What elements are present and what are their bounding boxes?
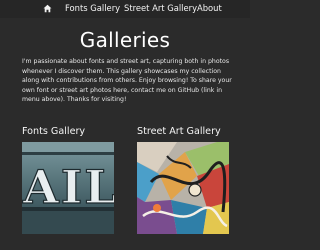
- nav-fonts-gallery-link[interactable]: Fonts Gallery: [65, 3, 120, 13]
- nav-about-link[interactable]: About: [197, 3, 222, 13]
- thumbnail-sign-text: AIL: [22, 160, 114, 214]
- fonts-gallery-heading[interactable]: Fonts Gallery: [22, 126, 85, 137]
- fonts-gallery-thumbnail[interactable]: AIL: [22, 142, 114, 234]
- street-art-gallery-image: [137, 142, 229, 234]
- intro-paragraph: I'm passionate about fonts and street ar…: [22, 58, 232, 104]
- nav-street-art-gallery-link[interactable]: Street Art Gallery: [124, 3, 197, 13]
- street-art-gallery-thumbnail[interactable]: [137, 142, 229, 234]
- home-icon: [43, 4, 52, 13]
- fonts-gallery-image: AIL: [22, 142, 114, 234]
- street-art-gallery-heading[interactable]: Street Art Gallery: [137, 126, 221, 137]
- top-navigation-bar: Fonts Gallery Street Art Gallery About: [0, 0, 250, 18]
- home-link[interactable]: [43, 4, 52, 13]
- page-title: Galleries: [79, 28, 171, 52]
